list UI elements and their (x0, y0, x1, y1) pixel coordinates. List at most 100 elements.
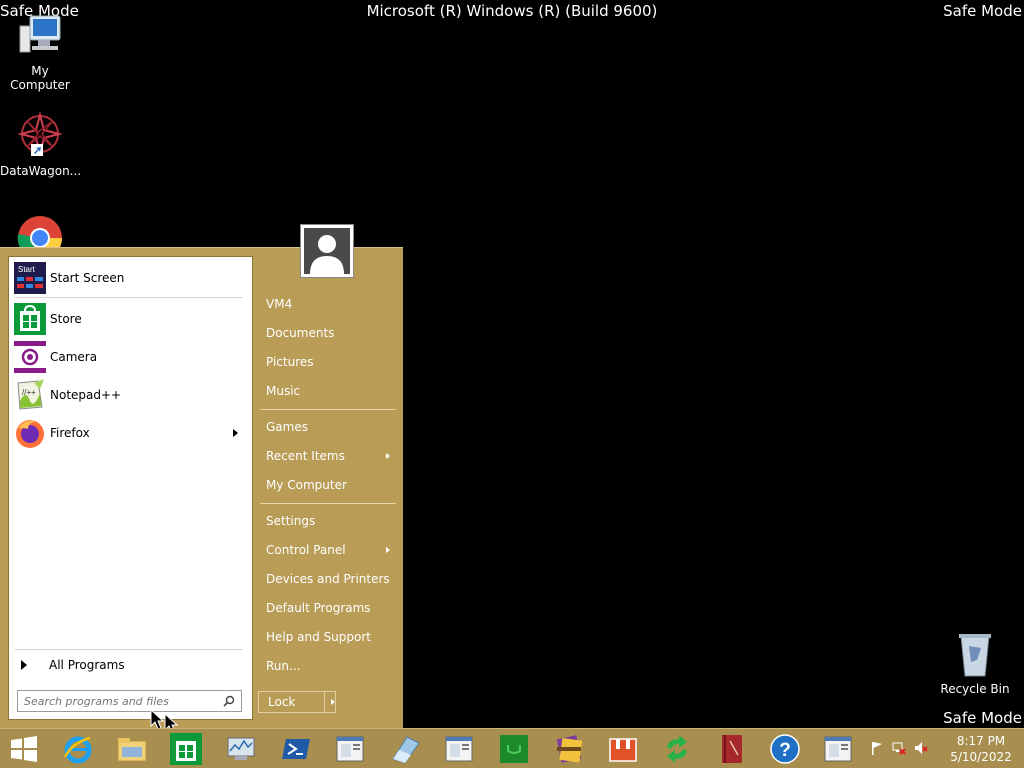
lock-button[interactable]: Lock (258, 691, 336, 713)
window-app-icon[interactable] (443, 733, 475, 765)
right-item-label: Documents (266, 326, 335, 340)
desktop-icon-my-computer[interactable]: My Computer (0, 12, 80, 92)
store-icon (14, 303, 46, 335)
window-app-icon[interactable] (822, 733, 854, 765)
divider (324, 692, 325, 712)
clock-date: 5/10/2022 (950, 750, 1012, 764)
right-item-games[interactable]: Games (260, 414, 396, 440)
sync-icon[interactable] (661, 733, 693, 765)
windows-start-icon[interactable] (8, 733, 40, 765)
right-item-label: Help and Support (266, 630, 371, 644)
notepadpp-icon: //++ (14, 379, 46, 411)
store-icon[interactable] (170, 733, 202, 765)
right-item-run[interactable]: Run... (260, 653, 396, 679)
build-banner: Microsoft (R) Windows (R) (Build 9600) (366, 2, 658, 20)
desktop-icon-label: Recycle Bin (940, 682, 1010, 696)
computer-icon (16, 12, 64, 60)
clock[interactable]: 8:17 PM 5/10/2022 (944, 733, 1018, 765)
right-item-recent-items[interactable]: Recent Items (260, 443, 396, 469)
right-item-default-programs[interactable]: Default Programs (260, 595, 396, 621)
window-app-icon[interactable] (334, 733, 366, 765)
file-explorer-icon[interactable] (116, 733, 148, 765)
submenu-arrow-icon[interactable] (233, 429, 238, 437)
pinned-item-firefox[interactable]: Firefox (14, 416, 246, 450)
svg-text:?: ? (779, 740, 791, 761)
all-programs-label: All Programs (49, 658, 125, 672)
right-item-label: VM4 (266, 297, 293, 311)
desktop-icon-label: DataWagon... (0, 164, 82, 178)
pinned-item-label: Store (50, 312, 82, 326)
datawagon-icon (16, 111, 64, 160)
right-item-label: Games (266, 420, 308, 434)
pinned-item-label: Notepad++ (50, 388, 122, 402)
right-item-label: Pictures (266, 355, 314, 369)
firefox-icon (14, 417, 46, 449)
right-item-devices-and-printers[interactable]: Devices and Printers (260, 566, 396, 592)
user-icon (304, 228, 350, 274)
divider (15, 649, 243, 650)
start-menu: Start Start Screen Store Camera //++ Not… (0, 224, 403, 729)
right-item-pictures[interactable]: Pictures (260, 349, 396, 375)
pinned-item-label: Start Screen (50, 271, 125, 285)
help-icon[interactable]: ? (769, 733, 801, 765)
right-item-label: Devices and Printers (266, 572, 390, 586)
action-center-flag-icon[interactable] (870, 741, 884, 755)
system-tray (870, 741, 928, 755)
submenu-arrow-icon (386, 453, 390, 459)
camera-icon (14, 341, 46, 373)
user-avatar[interactable] (300, 224, 354, 278)
start-screen-icon: Start (14, 262, 46, 294)
desktop-icon-datawagon[interactable]: DataWagon... (0, 111, 82, 178)
right-item-my-computer[interactable]: My Computer (260, 472, 396, 498)
toolbox-icon[interactable] (607, 733, 639, 765)
winrar-icon[interactable] (553, 733, 585, 765)
power-options-arrow-icon[interactable] (331, 699, 335, 705)
right-item-label: Music (266, 384, 301, 398)
safe-mode-label-top-right: Safe Mode (943, 2, 1022, 20)
right-item-label: Control Panel (266, 543, 346, 557)
right-item-vm4[interactable]: VM4 (260, 291, 396, 317)
right-item-help-and-support[interactable]: Help and Support (260, 624, 396, 650)
right-item-music[interactable]: Music (260, 378, 396, 404)
submenu-arrow-icon (386, 547, 390, 553)
divider (260, 409, 396, 410)
all-programs-button[interactable]: All Programs (14, 655, 246, 675)
right-item-label: Run... (266, 659, 301, 673)
pinned-item-label: Firefox (50, 426, 90, 440)
lock-label: Lock (268, 695, 296, 709)
right-item-control-panel[interactable]: Control Panel (260, 537, 396, 563)
pinned-item-label: Camera (50, 350, 98, 364)
green-app-icon[interactable] (498, 733, 530, 765)
eraser-app-icon[interactable] (389, 733, 421, 765)
taskbar: ? 8:17 PM 5/10/2022 (0, 728, 1024, 768)
start-menu-programs-pane: Start Start Screen Store Camera //++ Not… (8, 256, 253, 720)
pinned-item-notepadpp[interactable]: //++ Notepad++ (14, 378, 246, 412)
ie-icon[interactable] (62, 733, 94, 765)
right-item-label: My Computer (266, 478, 347, 492)
search-input[interactable] (24, 693, 214, 709)
right-item-label: Recent Items (266, 449, 345, 463)
powershell-icon[interactable] (280, 733, 312, 765)
clock-time: 8:17 PM (956, 734, 1006, 748)
desktop-icon-recycle-bin[interactable]: Recycle Bin (935, 630, 1015, 696)
pinned-item-start-screen[interactable]: Start Start Screen (14, 261, 246, 295)
divider (15, 297, 243, 298)
search-box[interactable] (17, 690, 242, 712)
pinned-item-store[interactable]: Store (14, 302, 246, 336)
book-icon[interactable] (716, 733, 748, 765)
right-item-settings[interactable]: Settings (260, 508, 396, 534)
svg-text:Start: Start (18, 265, 36, 274)
right-item-documents[interactable]: Documents (260, 320, 396, 346)
volume-muted-icon[interactable] (914, 741, 928, 755)
network-disconnected-icon[interactable] (892, 741, 906, 755)
recycle-bin-icon (951, 630, 999, 678)
svg-text://++: //++ (22, 388, 36, 397)
search-icon[interactable] (223, 695, 235, 707)
right-item-label: Settings (266, 514, 316, 528)
resource-monitor-icon[interactable] (225, 733, 257, 765)
safe-mode-label-bottom-right: Safe Mode (943, 709, 1022, 727)
right-item-label: Default Programs (266, 601, 371, 615)
divider (260, 503, 396, 504)
pinned-item-camera[interactable]: Camera (14, 340, 246, 374)
expand-arrow-icon (21, 660, 27, 670)
